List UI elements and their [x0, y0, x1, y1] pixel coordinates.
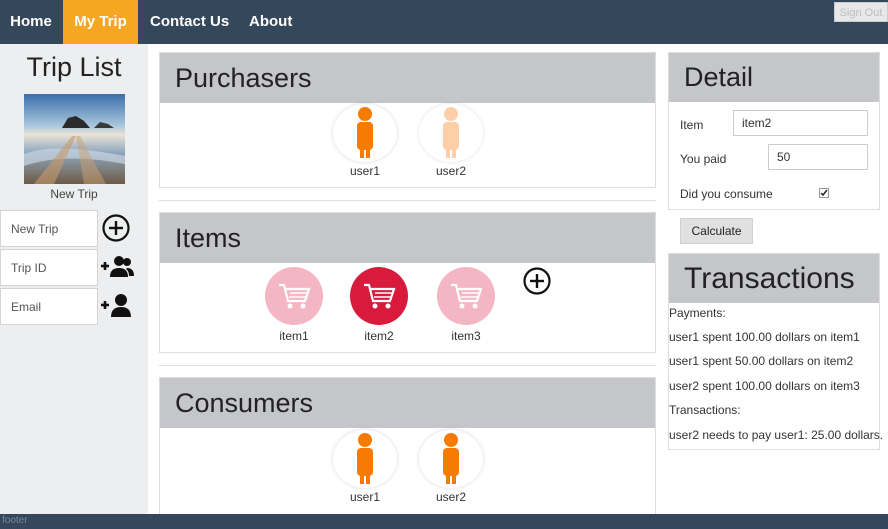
you-paid-label: You paid [680, 152, 727, 166]
trip-list-title: Trip List [26, 52, 122, 82]
transaction-line: Payments: [669, 306, 726, 320]
top-navbar: Home My Trip Contact Us About Sign Out [0, 0, 888, 44]
consume-checkbox[interactable] [819, 188, 829, 198]
user-icon [357, 107, 373, 158]
sign-out-button[interactable]: Sign Out [834, 2, 888, 22]
cart-icon [279, 283, 311, 309]
transaction-line: user1 spent 100.00 dollars on item1 [669, 330, 860, 344]
divider [159, 365, 656, 366]
footer: footer [0, 514, 888, 529]
transactions-panel: Transactions Payments: user1 spent 100.0… [668, 253, 884, 450]
cart-icon [451, 283, 483, 309]
plus-circle-icon[interactable] [101, 213, 135, 243]
checkmark-icon [820, 189, 828, 197]
add-user-icon[interactable] [99, 292, 133, 322]
transactions-title: Transactions [669, 254, 879, 303]
item2-button[interactable] [350, 267, 408, 325]
trip-thumbnail[interactable] [24, 94, 125, 184]
items-title: Items [160, 213, 655, 263]
calculate-button[interactable]: Calculate [680, 218, 753, 244]
footer-text: footer [2, 515, 28, 526]
item-input[interactable]: item2 [733, 110, 868, 136]
item3-label: item3 [451, 329, 481, 343]
consumers-panel: Consumers [159, 377, 656, 514]
purchaser-user1-label: user1 [349, 164, 381, 178]
trip-id-input[interactable]: Trip ID [0, 249, 98, 286]
new-trip-input[interactable]: New Trip [0, 210, 98, 247]
trip-caption: New Trip [50, 187, 98, 201]
consumer-user2[interactable] [419, 430, 483, 488]
item1-button[interactable] [265, 267, 323, 325]
purchaser-user1[interactable] [333, 104, 397, 162]
nav-contact-us[interactable]: Contact Us [150, 0, 229, 44]
user-icon [443, 433, 459, 484]
divider [159, 200, 656, 201]
beach-photo-icon [24, 94, 125, 184]
consumer-user2-label: user2 [435, 490, 467, 504]
add-item-plus-icon[interactable] [522, 266, 552, 296]
item2-label: item2 [364, 329, 394, 343]
purchasers-panel: Purchasers [159, 52, 656, 188]
transaction-line: user2 spent 100.00 dollars on item3 [669, 379, 860, 393]
transaction-line: user1 spent 50.00 dollars on item2 [669, 354, 854, 368]
consumer-user1[interactable] [333, 430, 397, 488]
detail-title: Detail [669, 53, 879, 102]
consume-label: Did you consume [680, 187, 773, 201]
nav-my-trip[interactable]: My Trip [63, 0, 138, 44]
transaction-line: Transactions: [669, 403, 741, 417]
user-icon [357, 433, 373, 484]
item-label: Item [680, 118, 704, 132]
user-icon [443, 107, 459, 158]
consumers-title: Consumers [160, 378, 655, 428]
cart-icon [364, 283, 396, 309]
purchaser-user2-label: user2 [435, 164, 467, 178]
purchaser-user2[interactable] [419, 104, 483, 162]
purchasers-title: Purchasers [160, 53, 655, 103]
transaction-line: user2 needs to pay user1: 25.00 dollars. [669, 428, 884, 442]
nav-home[interactable]: Home [0, 0, 62, 44]
nav-about[interactable]: About [249, 0, 292, 44]
you-paid-input[interactable]: 50 [768, 144, 868, 170]
consumer-user1-label: user1 [349, 490, 381, 504]
email-input[interactable]: Email [0, 288, 98, 325]
item1-label: item1 [279, 329, 309, 343]
item3-button[interactable] [437, 267, 495, 325]
add-group-icon[interactable] [99, 253, 134, 283]
